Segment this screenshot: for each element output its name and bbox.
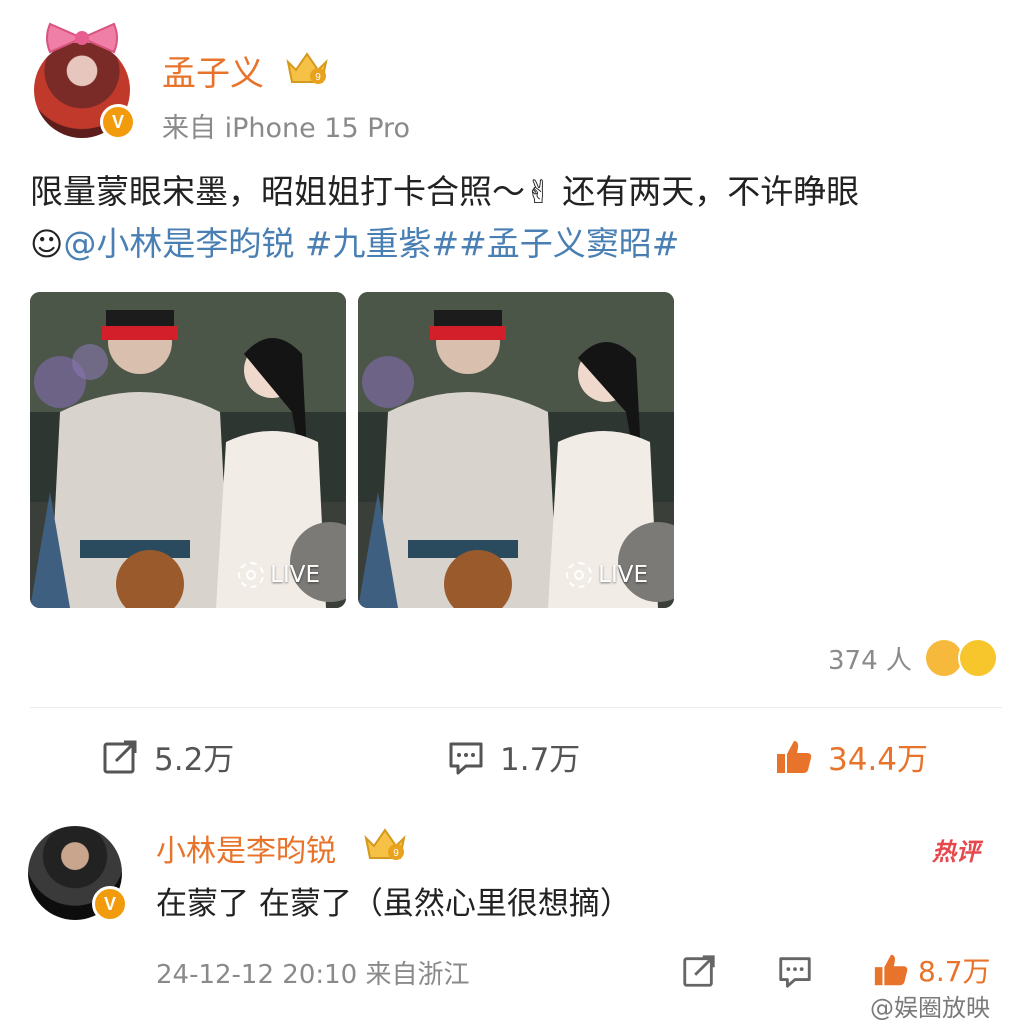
post-text-line: 限量蒙眼宋墨，昭姐姐打卡合照～ bbox=[30, 172, 525, 211]
like-button[interactable]: 34.4万 bbox=[774, 734, 928, 779]
author-name[interactable]: 孟子义 bbox=[162, 46, 264, 95]
post-source: 来自 iPhone 15 Pro bbox=[162, 113, 411, 144]
share-icon bbox=[103, 740, 137, 773]
like-count: 34.4万 bbox=[828, 742, 929, 778]
like-thumb-icon bbox=[777, 740, 812, 773]
live-label: LIVE bbox=[598, 562, 648, 588]
live-photo-2[interactable]: LIVE bbox=[358, 292, 674, 608]
grin-emoji-icon bbox=[958, 638, 998, 678]
crown-level-icon: 9 bbox=[286, 52, 328, 84]
hot-comment-badge: 热评 bbox=[932, 838, 980, 866]
mention-link[interactable]: @小林是李昀锐 bbox=[63, 224, 294, 263]
post-text: 限量蒙眼宋墨，昭姐姐打卡合照～✌ 还有两天，不许睁眼 ☺@小林是李昀锐 #九重紫… bbox=[30, 166, 1010, 270]
crown-level-icon: 9 bbox=[364, 828, 406, 860]
comment-like-button[interactable]: 8.7万 bbox=[872, 950, 991, 990]
comment-like-count: 8.7万 bbox=[918, 955, 991, 988]
comment-meta: 24-12-12 20:10 来自浙江 bbox=[156, 960, 470, 990]
victory-hand-emoji: ✌ bbox=[525, 173, 552, 211]
live-badge: LIVE bbox=[238, 562, 320, 588]
comment-reply-icon[interactable] bbox=[776, 952, 814, 990]
verified-v-icon: V bbox=[92, 886, 128, 922]
repost-button[interactable]: 5.2万 bbox=[100, 734, 234, 779]
bow-icon bbox=[46, 22, 118, 54]
live-photo-icon bbox=[566, 562, 593, 588]
photo-image bbox=[30, 292, 346, 608]
live-photo-1[interactable]: LIVE bbox=[30, 292, 346, 608]
post-text-continued: 还有两天，不许睁眼 bbox=[551, 172, 860, 211]
comment-share-icon[interactable] bbox=[680, 952, 718, 990]
author-avatar[interactable]: V bbox=[34, 22, 136, 140]
live-photo-icon bbox=[238, 562, 265, 588]
repost-count: 5.2万 bbox=[154, 742, 235, 778]
live-badge: LIVE bbox=[566, 562, 648, 588]
hashtag-links[interactable]: #九重紫##孟子义窦昭# bbox=[294, 224, 680, 263]
svg-text:9: 9 bbox=[315, 72, 321, 83]
watermark: @娱圈放映 bbox=[870, 994, 990, 1022]
live-label: LIVE bbox=[270, 562, 320, 588]
divider bbox=[30, 707, 1002, 708]
photo-image bbox=[358, 292, 674, 608]
comment-button[interactable]: 1.7万 bbox=[446, 734, 580, 779]
like-thumb-icon bbox=[874, 954, 908, 986]
comment-text: 在蒙了 在蒙了（虽然心里很想摘） bbox=[156, 886, 631, 922]
commenter-avatar[interactable]: V bbox=[28, 826, 128, 922]
smile-emoji: ☺ bbox=[30, 225, 64, 263]
comment-count: 1.7万 bbox=[500, 742, 581, 778]
verified-v-icon: V bbox=[100, 104, 136, 140]
comment-icon bbox=[449, 742, 483, 774]
svg-text:9: 9 bbox=[393, 848, 399, 859]
commenter-name[interactable]: 小林是李昀锐 bbox=[156, 826, 336, 870]
reaction-count[interactable]: 374 人 bbox=[828, 640, 912, 677]
